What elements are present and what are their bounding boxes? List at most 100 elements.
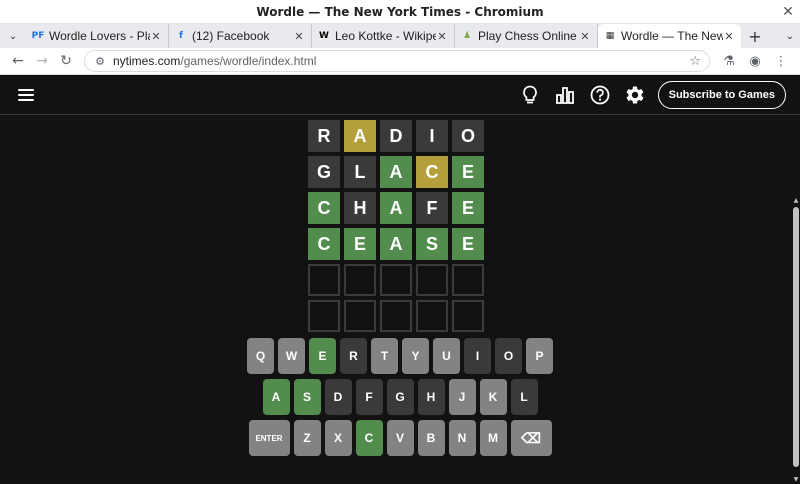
board-tile bbox=[380, 264, 412, 296]
keyboard-row: ENTER Z X C V B N M ⌫ bbox=[0, 420, 800, 456]
key-k[interactable]: K bbox=[479, 379, 507, 415]
board-tile bbox=[344, 264, 376, 296]
key-x[interactable]: X bbox=[324, 420, 352, 456]
help-question-icon[interactable] bbox=[587, 82, 613, 108]
site-settings-icon[interactable]: ⚙ bbox=[93, 54, 107, 68]
board-tile bbox=[416, 264, 448, 296]
tab-close-icon[interactable]: ✕ bbox=[579, 30, 591, 43]
key-y[interactable]: Y bbox=[402, 338, 429, 374]
keyboard-row: QWERTYUIOP bbox=[0, 338, 800, 374]
board-tile: C bbox=[416, 156, 448, 188]
tab-favicon-icon: W bbox=[319, 31, 329, 41]
new-tab-button[interactable]: + bbox=[741, 24, 769, 48]
board-tile: C bbox=[308, 192, 340, 224]
board-tile: G bbox=[308, 156, 340, 188]
key-s[interactable]: S bbox=[293, 379, 321, 415]
key-b[interactable]: B bbox=[417, 420, 445, 456]
key-l[interactable]: L bbox=[510, 379, 538, 415]
tab-favicon-icon: ▦ bbox=[605, 31, 615, 41]
board-tile bbox=[452, 300, 484, 332]
browser-tab[interactable]: PF Wordle Lovers - Play ✕ bbox=[26, 24, 169, 48]
key-f[interactable]: F bbox=[355, 379, 383, 415]
forward-arrow-icon[interactable]: → bbox=[30, 49, 54, 73]
tab-close-icon[interactable]: ✕ bbox=[293, 30, 305, 43]
board-tile: A bbox=[380, 156, 412, 188]
key-p[interactable]: P bbox=[526, 338, 553, 374]
tab-favicon-icon: f bbox=[179, 31, 183, 41]
board-tile: L bbox=[344, 156, 376, 188]
key-h[interactable]: H bbox=[417, 379, 445, 415]
board-tile: A bbox=[380, 228, 412, 260]
url-path: /games/wordle/index.html bbox=[180, 54, 317, 68]
profile-avatar-icon[interactable]: ◉ bbox=[742, 49, 768, 73]
url-domain: nytimes.com bbox=[113, 54, 181, 68]
page-scrollbar[interactable]: ▲ ▼ bbox=[792, 115, 800, 484]
tab-search-chevron-icon[interactable]: ⌄ bbox=[786, 24, 794, 48]
browser-tab[interactable]: ▦ Wordle — The New Y✕ bbox=[598, 24, 741, 48]
browser-tab[interactable]: W Leo Kottke - Wikipedi✕ bbox=[312, 24, 455, 48]
board-tile bbox=[344, 300, 376, 332]
key-n[interactable]: N bbox=[448, 420, 476, 456]
board-tile: E bbox=[452, 228, 484, 260]
board-tile: E bbox=[452, 156, 484, 188]
browser-tab[interactable]: ♟ Play Chess Online for✕ bbox=[455, 24, 598, 48]
tab-close-icon[interactable]: ✕ bbox=[150, 30, 162, 43]
tab-label: Wordle — The New Y bbox=[621, 29, 723, 43]
board-tile: D bbox=[380, 120, 412, 152]
window-title: Wordle — The New York Times - Chromium bbox=[256, 4, 544, 19]
scroll-down-arrow-icon[interactable]: ▼ bbox=[792, 476, 800, 484]
board-tile: I bbox=[416, 120, 448, 152]
key-d[interactable]: D bbox=[324, 379, 352, 415]
board-tile bbox=[452, 264, 484, 296]
subscribe-button[interactable]: Subscribe to Games bbox=[657, 80, 786, 109]
board-tile: C bbox=[308, 228, 340, 260]
tab-label: (12) Facebook bbox=[192, 29, 270, 43]
window-close-icon[interactable]: ✕ bbox=[776, 0, 800, 24]
url-text[interactable]: nytimes.com/games/wordle/index.html bbox=[113, 54, 689, 68]
key-a[interactable]: A bbox=[262, 379, 290, 415]
board-tile: E bbox=[344, 228, 376, 260]
key-e[interactable]: E bbox=[309, 338, 336, 374]
labs-flask-icon[interactable]: ⚗ bbox=[716, 49, 742, 73]
kebab-menu-icon[interactable]: ⋮ bbox=[768, 49, 794, 73]
board-tile: S bbox=[416, 228, 448, 260]
key-q[interactable]: Q bbox=[247, 338, 274, 374]
omnibox[interactable]: ⚙ nytimes.com/games/wordle/index.html ☆ bbox=[84, 50, 710, 72]
hint-lightbulb-icon[interactable] bbox=[517, 82, 543, 108]
key-z[interactable]: Z bbox=[293, 420, 321, 456]
tab-favicon-icon: PF bbox=[31, 31, 45, 41]
key-r[interactable]: R bbox=[340, 338, 367, 374]
hamburger-menu-icon[interactable] bbox=[18, 88, 34, 101]
scroll-up-arrow-icon[interactable]: ▲ bbox=[792, 197, 800, 205]
key-c[interactable]: C bbox=[355, 420, 383, 456]
scrollbar-thumb[interactable] bbox=[793, 207, 799, 467]
board-tile bbox=[416, 300, 448, 332]
board-tile bbox=[308, 264, 340, 296]
key-g[interactable]: G bbox=[386, 379, 414, 415]
enter-key[interactable]: ENTER bbox=[248, 420, 290, 456]
board-tile: R bbox=[308, 120, 340, 152]
browser-tab[interactable]: f (12) Facebook ✕ bbox=[169, 24, 312, 48]
key-u[interactable]: U bbox=[433, 338, 460, 374]
key-i[interactable]: I bbox=[464, 338, 491, 374]
back-arrow-icon[interactable]: ← bbox=[6, 49, 30, 73]
key-m[interactable]: M bbox=[479, 420, 507, 456]
tab-close-icon[interactable]: ✕ bbox=[436, 30, 448, 43]
reload-icon[interactable]: ↻ bbox=[54, 49, 78, 73]
board-tile: A bbox=[380, 192, 412, 224]
key-j[interactable]: J bbox=[448, 379, 476, 415]
settings-gear-icon[interactable] bbox=[622, 82, 648, 108]
key-t[interactable]: T bbox=[371, 338, 398, 374]
tab-list-chevron-icon[interactable]: ⌄ bbox=[0, 24, 26, 48]
key-w[interactable]: W bbox=[278, 338, 305, 374]
address-toolbar: ← → ↻ ⚙ nytimes.com/games/wordle/index.h… bbox=[0, 48, 800, 75]
key-o[interactable]: O bbox=[495, 338, 522, 374]
bookmark-star-icon[interactable]: ☆ bbox=[689, 54, 701, 69]
tab-close-icon[interactable]: ✕ bbox=[723, 30, 735, 43]
backspace-key[interactable]: ⌫ bbox=[510, 420, 552, 456]
on-screen-keyboard: Q W E R T Y U I O P A S D F G H J K L ENTER Z X C V B N M ⌫ bbox=[0, 338, 800, 461]
statistics-bar-chart-icon[interactable] bbox=[552, 82, 578, 108]
tab-favicon-icon: ♟ bbox=[462, 31, 472, 41]
keyboard-row: ASDFGHJKL bbox=[0, 379, 800, 415]
key-v[interactable]: V bbox=[386, 420, 414, 456]
